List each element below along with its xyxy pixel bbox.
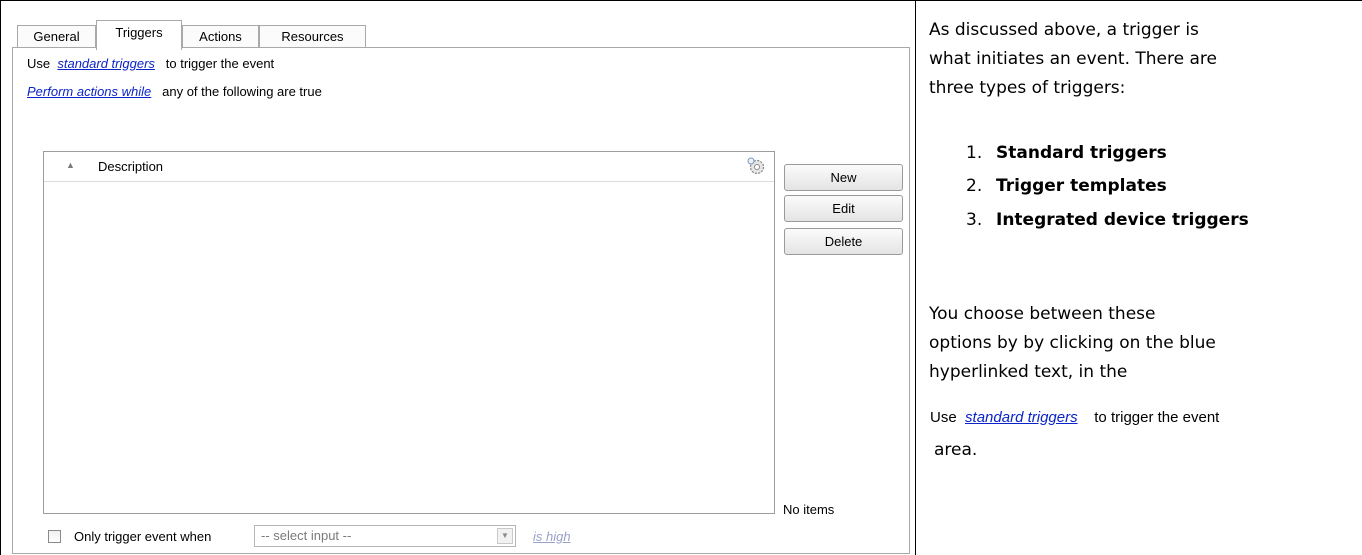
only-trigger-checkbox[interactable] bbox=[48, 530, 61, 543]
list-header: ▲ Description bbox=[44, 152, 774, 182]
intro-line: what initiates an event. There are bbox=[929, 49, 1217, 69]
intro-line: As discussed above, a trigger is bbox=[929, 20, 1199, 40]
only-trigger-label: Only trigger event when bbox=[74, 529, 212, 544]
tab-actions[interactable]: Actions bbox=[182, 25, 259, 49]
standard-triggers-link[interactable]: standard triggers bbox=[57, 56, 155, 71]
list-label: Integrated device triggers bbox=[996, 210, 1249, 230]
new-button[interactable]: New bbox=[784, 164, 903, 191]
input-select[interactable]: -- select input -- ▼ bbox=[254, 525, 516, 547]
tab-triggers[interactable]: Triggers bbox=[96, 20, 182, 50]
list-status: No items bbox=[783, 502, 835, 517]
list-item: 3. Integrated device triggers bbox=[966, 210, 1249, 230]
is-high-link[interactable]: is high bbox=[533, 529, 571, 544]
tab-general[interactable]: General bbox=[17, 25, 96, 49]
choose-paragraph: You choose between these options by by c… bbox=[929, 300, 1216, 387]
document-frame-left bbox=[0, 0, 1, 555]
list-label: Standard triggers bbox=[996, 143, 1167, 163]
perform-actions-while-link[interactable]: Perform actions while bbox=[27, 84, 151, 99]
chevron-down-icon[interactable]: ▼ bbox=[497, 528, 513, 544]
sort-ascending-icon[interactable]: ▲ bbox=[66, 160, 75, 170]
inline-use-label: Use bbox=[930, 409, 957, 426]
list-number: 3. bbox=[966, 210, 983, 230]
tab-resources[interactable]: Resources bbox=[259, 25, 366, 49]
trigger-mode-line: Use standard triggers to trigger the eve… bbox=[27, 56, 274, 71]
edit-button[interactable]: Edit bbox=[784, 195, 903, 222]
list-number: 1. bbox=[966, 143, 983, 163]
inline-standard-triggers-link[interactable]: standard triggers bbox=[965, 409, 1078, 426]
event-dialog: General Triggers Actions Resources Use s… bbox=[6, 18, 914, 554]
trigger-event-label: to trigger the event bbox=[165, 56, 275, 71]
perform-line: Perform actions while any of the followi… bbox=[27, 84, 322, 99]
document-frame-top bbox=[0, 0, 1362, 1]
condition-label: any of the following are true bbox=[162, 84, 322, 99]
choose-line: You choose between these bbox=[929, 304, 1156, 324]
input-select-value: -- select input -- bbox=[261, 528, 352, 543]
intro-paragraph: As discussed above, a trigger is what in… bbox=[929, 16, 1339, 103]
inline-trigger-event-label: to trigger the event bbox=[1094, 409, 1220, 426]
list-item: 2. Trigger templates bbox=[966, 176, 1167, 196]
description-column-header[interactable]: Description bbox=[98, 159, 163, 174]
intro-line: three types of triggers: bbox=[929, 78, 1126, 98]
list-item: 1. Standard triggers bbox=[966, 143, 1167, 163]
area-text: area. bbox=[934, 440, 978, 460]
gear-icon[interactable] bbox=[746, 156, 766, 176]
list-label: Trigger templates bbox=[996, 176, 1167, 196]
list-number: 2. bbox=[966, 176, 983, 196]
column-divider bbox=[915, 0, 916, 555]
triggers-list[interactable]: ▲ Description bbox=[43, 151, 775, 514]
choose-line: options by by clicking on the blue bbox=[929, 333, 1216, 353]
use-label: Use bbox=[27, 56, 51, 71]
delete-button[interactable]: Delete bbox=[784, 228, 903, 255]
inline-use-snippet: Use standard triggers to trigger the eve… bbox=[930, 409, 1219, 426]
choose-line: hyperlinked text, in the bbox=[929, 362, 1128, 382]
